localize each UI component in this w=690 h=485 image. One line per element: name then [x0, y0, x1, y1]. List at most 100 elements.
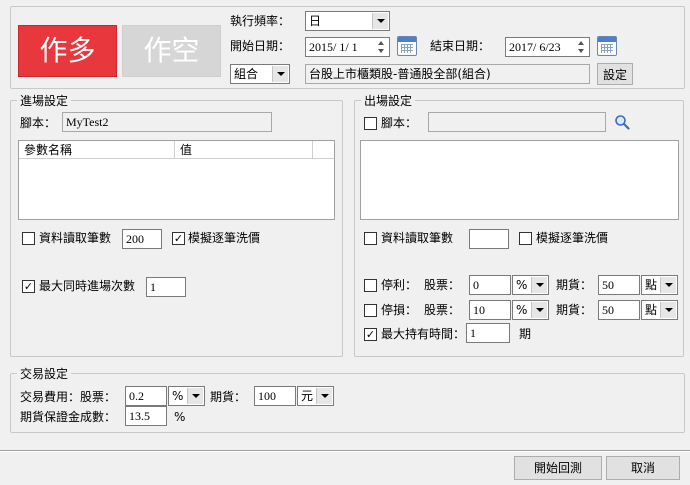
cancel-button[interactable]: 取消	[606, 456, 680, 480]
start-backtest-button[interactable]: 開始回測	[514, 456, 602, 480]
start-backtest-label: 開始回測	[533, 461, 582, 475]
entry-settings-title: 進場設定	[17, 93, 72, 109]
tp-futures-unit-select[interactable]: 點	[641, 275, 678, 295]
sl-stock-input[interactable]: 10	[469, 300, 511, 320]
tp-stock-unit: %	[516, 278, 528, 292]
entry-param-table[interactable]: 參數名稱 值	[18, 140, 335, 220]
scope-text: 台股上市櫃類股-普通股全部(組合)	[309, 67, 491, 81]
tp-futures-unit: 點	[645, 278, 658, 292]
long-mode-label: 作多	[39, 34, 96, 67]
calendar-icon[interactable]	[397, 36, 417, 56]
fee-stock-input[interactable]: 0.2	[125, 386, 167, 406]
sl-stock-label: 股票：	[424, 303, 461, 317]
end-date-label: 結束日期：	[430, 39, 491, 53]
exit-script-checkbox[interactable]	[364, 117, 377, 130]
scope-select[interactable]: 組合	[230, 64, 290, 84]
tp-futures-label: 期貨：	[556, 278, 593, 292]
entry-max-entries-input[interactable]: 1	[146, 277, 186, 297]
frequency-label: 執行頻率：	[230, 14, 291, 28]
param-col-value: 值	[180, 143, 193, 157]
tp-stock-unit-select[interactable]: %	[512, 275, 549, 295]
take-profit-label: 停利：	[381, 278, 418, 292]
calendar-icon[interactable]	[597, 36, 617, 56]
entry-script-field: MyTest2	[62, 112, 272, 132]
settings-button-label: 設定	[602, 68, 627, 82]
frequency-select[interactable]: 日	[305, 11, 390, 31]
chevron-down-icon	[660, 277, 676, 293]
max-hold-input[interactable]: 1	[466, 323, 510, 343]
max-hold-value: 1	[470, 326, 476, 340]
entry-simulate-label: 模擬逐筆洗價	[188, 231, 261, 245]
fee-futures-input[interactable]: 100	[254, 386, 296, 406]
frequency-value: 日	[309, 14, 322, 28]
end-date-spinner[interactable]	[574, 39, 588, 55]
entry-records-input[interactable]: 200	[122, 229, 162, 249]
exit-records-input[interactable]	[469, 229, 509, 249]
tp-stock-input[interactable]: 0	[469, 275, 511, 295]
sl-stock-unit-select[interactable]: %	[512, 300, 549, 320]
margin-label: 期貨保證金成數：	[20, 410, 117, 424]
chevron-down-icon	[316, 388, 332, 404]
entry-records-label: 資料讀取筆數	[39, 231, 112, 245]
entry-settings-group: 進場設定	[10, 93, 343, 357]
end-date-field[interactable]: 2017/ 6/23	[505, 37, 590, 57]
sl-stock-unit: %	[516, 303, 528, 317]
stop-loss-checkbox[interactable]	[364, 304, 377, 317]
sl-futures-unit: 點	[645, 303, 658, 317]
entry-simulate-checkbox[interactable]: ✓	[172, 232, 185, 245]
margin-value: 13.5	[129, 409, 150, 423]
exit-simulate-label: 模擬逐筆洗價	[536, 231, 609, 245]
entry-script-label: 腳本：	[20, 116, 57, 130]
sl-futures-input[interactable]: 50	[598, 300, 640, 320]
entry-records-checkbox[interactable]	[22, 232, 35, 245]
chevron-down-icon	[531, 302, 547, 318]
fee-futures-label: 期貨：	[210, 390, 247, 404]
sl-futures-unit-select[interactable]: 點	[641, 300, 678, 320]
start-date-value: 2015/ 1/ 1	[309, 40, 358, 54]
chevron-down-icon	[531, 277, 547, 293]
param-col-name: 參數名稱	[24, 143, 73, 157]
footer-divider	[0, 450, 690, 452]
fee-label: 交易費用：股票：	[20, 390, 117, 404]
tp-stock-label: 股票：	[424, 278, 461, 292]
sl-futures-label: 期貨：	[556, 303, 593, 317]
exit-settings-title: 出場設定	[361, 93, 416, 109]
start-date-field[interactable]: 2015/ 1/ 1	[305, 37, 390, 57]
tp-futures-value: 50	[602, 278, 614, 292]
end-date-value: 2017/ 6/23	[509, 40, 561, 54]
start-date-label: 開始日期：	[230, 39, 291, 53]
chevron-down-icon	[272, 66, 288, 82]
search-icon[interactable]	[614, 114, 630, 130]
fee-futures-value: 100	[258, 389, 276, 403]
exit-script-label: 腳本：	[381, 116, 418, 130]
short-mode-button[interactable]: 作空	[122, 25, 221, 77]
entry-script-value: MyTest2	[66, 115, 109, 129]
exit-simulate-checkbox[interactable]	[519, 232, 532, 245]
fee-stock-unit: %	[172, 389, 184, 403]
entry-max-entries-checkbox[interactable]: ✓	[22, 280, 35, 293]
short-mode-label: 作空	[143, 34, 200, 67]
scope-text-field: 台股上市櫃類股-普通股全部(組合)	[305, 64, 590, 84]
entry-max-entries-value: 1	[150, 280, 156, 294]
chevron-down-icon	[187, 388, 203, 404]
fee-stock-unit-select[interactable]: %	[168, 386, 205, 406]
entry-param-header: 參數名稱 值	[19, 141, 334, 159]
chevron-down-icon	[660, 302, 676, 318]
fee-futures-unit-select[interactable]: 元	[297, 386, 334, 406]
max-hold-label: 最大持有時間：	[381, 327, 466, 341]
exit-records-label: 資料讀取筆數	[381, 231, 454, 245]
cancel-label: 取消	[630, 461, 655, 475]
take-profit-checkbox[interactable]	[364, 279, 377, 292]
margin-input[interactable]: 13.5	[125, 406, 167, 426]
fee-futures-unit: 元	[301, 389, 314, 403]
exit-param-table[interactable]	[360, 140, 679, 220]
tp-futures-input[interactable]: 50	[598, 275, 640, 295]
max-hold-checkbox[interactable]: ✓	[364, 328, 377, 341]
settings-button[interactable]: 設定	[597, 63, 633, 85]
tp-stock-value: 0	[473, 278, 479, 292]
max-hold-unit: 期	[519, 327, 532, 341]
margin-unit: %	[174, 410, 186, 424]
long-mode-button[interactable]: 作多	[18, 25, 117, 77]
exit-records-checkbox[interactable]	[364, 232, 377, 245]
start-date-spinner[interactable]	[374, 39, 388, 55]
